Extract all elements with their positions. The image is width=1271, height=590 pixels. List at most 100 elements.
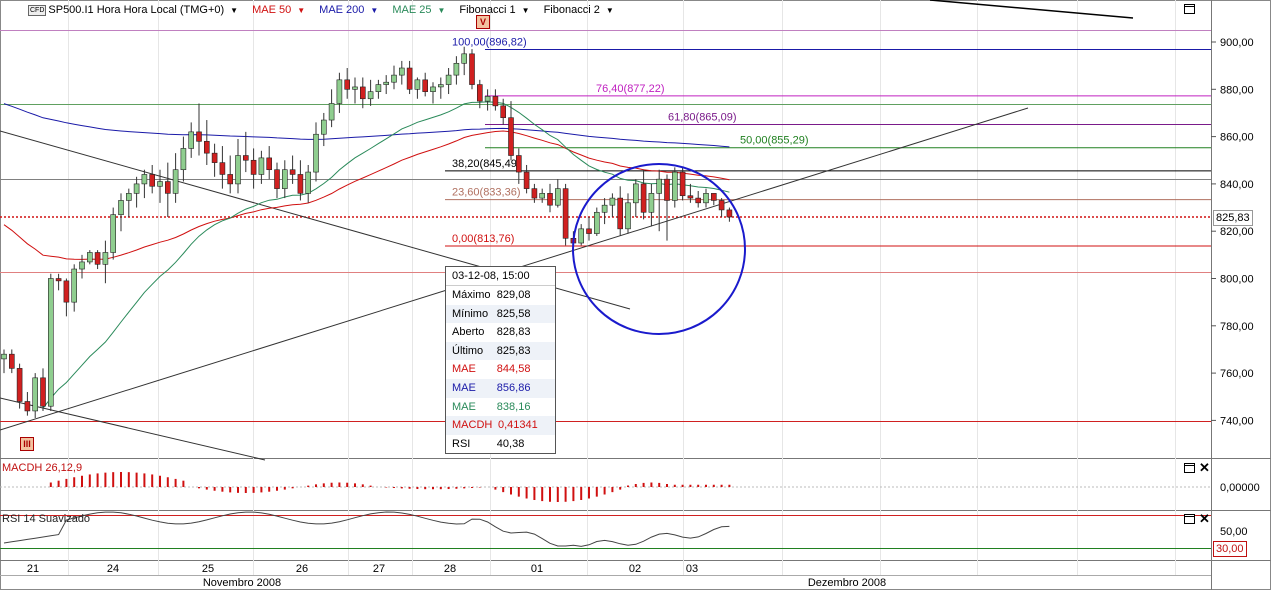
- candle-down: [24, 401, 31, 412]
- instrument-selector[interactable]: SP500.I1 Hora Hora Local (TMG+0) ▼: [48, 4, 238, 16]
- fib-level-label: 38,20(845,49): [452, 158, 521, 170]
- chevron-down-icon: ▼: [437, 5, 446, 15]
- price-tick-label: 840,00: [1220, 179, 1254, 191]
- day-label: 01: [531, 563, 543, 575]
- info-key: MACDH: [452, 419, 493, 432]
- candle-down: [359, 86, 366, 100]
- candle-down: [586, 228, 592, 234]
- indicator-label: MAE 200: [319, 4, 365, 16]
- candle-up: [445, 74, 452, 85]
- close-icon[interactable]: ✕: [1199, 461, 1210, 474]
- candle-down: [40, 377, 46, 407]
- wave-marker-bottom[interactable]: III: [20, 437, 34, 451]
- info-value: 838,16: [496, 400, 531, 413]
- indicator-fibonacci2[interactable]: Fibonacci 2 ▼: [544, 4, 614, 16]
- day-label: 28: [444, 563, 456, 575]
- candle-down: [476, 84, 483, 102]
- indicator-mae25[interactable]: MAE 25 ▼: [392, 4, 445, 16]
- close-icon[interactable]: ✕: [1199, 512, 1210, 525]
- day-label: 02: [629, 563, 641, 575]
- chevron-down-icon: ▼: [230, 5, 239, 15]
- chevron-down-icon: ▼: [521, 5, 530, 15]
- top-trendline[interactable]: [929, 0, 1134, 19]
- candle-up: [141, 174, 148, 185]
- chevron-down-icon: ▼: [297, 5, 306, 15]
- indicator-fibonacci1[interactable]: Fibonacci 1 ▼: [459, 4, 529, 16]
- info-row: RSI 40,38: [446, 435, 555, 454]
- info-row: Máximo 829,08: [446, 286, 555, 305]
- candlestick-series: [1, 46, 733, 419]
- macd-tick-label: 0,00000: [1220, 482, 1260, 494]
- candle-up: [313, 133, 319, 173]
- info-key: Mínimo: [452, 307, 489, 320]
- day-label: 03: [686, 563, 698, 575]
- candle-up: [398, 67, 405, 76]
- candle-up: [453, 62, 460, 76]
- macd-histogram: [49, 472, 731, 502]
- lower-down-trendline[interactable]: [0, 397, 266, 461]
- info-value: 829,08: [496, 289, 531, 301]
- candle-up: [71, 268, 77, 303]
- maximize-icon[interactable]: [1184, 514, 1195, 524]
- price-tick-label: 900,00: [1220, 37, 1254, 49]
- candle-up: [430, 86, 436, 92]
- info-datetime: 03-12-08, 15:00: [446, 267, 555, 286]
- candle-up: [375, 84, 382, 92]
- day-label: 21: [27, 563, 39, 575]
- price-tick-label: 880,00: [1220, 84, 1254, 96]
- cfd-badge: CFD: [28, 4, 47, 16]
- candle-up: [320, 119, 327, 135]
- candle-down: [165, 181, 171, 194]
- candle-up: [305, 171, 312, 194]
- candle-up: [126, 193, 132, 201]
- fib-level-label: 100,00(896,82): [452, 37, 527, 49]
- maximize-icon[interactable]: [1184, 4, 1195, 14]
- candle-down: [492, 96, 499, 107]
- chart-canvas[interactable]: 900,00 880,00 860,00 840,00 820,00 800,00 780,…: [0, 0, 1271, 590]
- candle-down: [562, 188, 569, 239]
- info-value: 0,41341: [498, 419, 538, 432]
- info-value: 828,83: [496, 326, 531, 339]
- candle-down: [219, 162, 226, 175]
- chevron-down-icon: ▼: [605, 5, 614, 15]
- rsi-line: [3, 511, 730, 547]
- price-tick-label: 760,00: [1220, 368, 1254, 380]
- candle-down: [617, 197, 624, 230]
- candle-up: [281, 169, 288, 189]
- candle-down: [710, 193, 717, 201]
- info-key: MAE: [452, 363, 476, 376]
- candle-down: [718, 200, 725, 211]
- candle-up: [461, 53, 468, 64]
- crosshair-info-panel: 03-12-08, 15:00 Máximo 829,08 Mínimo 825,58…: [445, 266, 556, 454]
- candle-up: [188, 131, 194, 149]
- indicator-mae200[interactable]: MAE 200 ▼: [319, 4, 378, 16]
- indicator-label: MAE 50: [252, 4, 292, 16]
- indicator-mae50[interactable]: MAE 50 ▼: [252, 4, 305, 16]
- info-key: Último: [452, 344, 484, 357]
- day-label: 26: [296, 563, 308, 575]
- candle-down: [63, 280, 70, 303]
- candle-down: [250, 159, 257, 175]
- info-row: MAE 838,16: [446, 398, 555, 417]
- candle-up: [172, 169, 179, 194]
- candle-up: [336, 79, 343, 104]
- candle-down: [500, 105, 507, 118]
- candle-down: [149, 174, 155, 187]
- rsi-level-label: 30,00: [1213, 541, 1247, 557]
- candle-down: [274, 169, 280, 189]
- candle-down: [243, 155, 249, 161]
- price-tick-label: 860,00: [1220, 132, 1254, 144]
- info-key: MAE: [452, 381, 476, 394]
- candle-down: [266, 157, 273, 171]
- candle-down: [469, 53, 475, 85]
- info-key: MAE: [452, 400, 476, 413]
- maximize-icon[interactable]: [1184, 463, 1195, 473]
- candle-down: [94, 252, 101, 265]
- candle-up: [703, 193, 709, 204]
- fib-level-label: 76,40(877,22): [596, 83, 665, 95]
- candle-up: [118, 200, 124, 215]
- wave-marker-top[interactable]: V: [476, 15, 490, 29]
- candle-down: [687, 195, 694, 199]
- candle-up: [235, 155, 241, 185]
- fib-level-label: 0,00(813,76): [452, 233, 514, 245]
